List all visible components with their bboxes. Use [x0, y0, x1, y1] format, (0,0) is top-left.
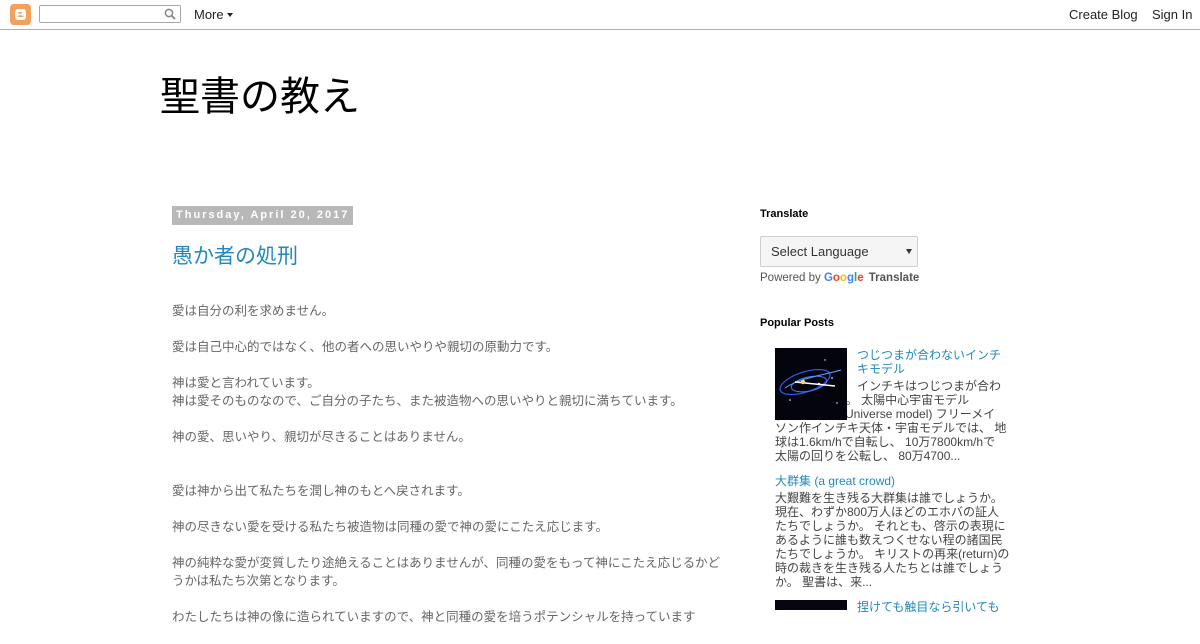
search-input[interactable]: [44, 9, 166, 25]
post-paragraph: 神の愛、思いやり、親切が尽きることはありません。: [172, 429, 471, 444]
caret-down-icon: [906, 249, 912, 254]
google-logo: Google: [823, 272, 864, 284]
post-title[interactable]: 愚か者の処刑: [172, 240, 298, 270]
language-select-label: Select Language: [771, 244, 869, 259]
create-blog-link[interactable]: Create Blog: [1069, 7, 1138, 22]
popular-post-title[interactable]: つじつまが合わないインチキモデル: [857, 348, 1007, 376]
powered-by-google: Powered by Google Translate: [760, 272, 919, 284]
powered-by-label: Powered by: [760, 272, 821, 284]
popular-posts-list: つじつまが合わないインチキモデル インチキはつじつまが合わなくなります。 太陽中…: [775, 348, 1015, 614]
translate-link[interactable]: Translate: [869, 272, 920, 284]
post-date-header: Thursday, April 20, 2017: [172, 206, 354, 225]
popular-post-title[interactable]: 捏けても触目なら引いても: [857, 600, 1007, 614]
popular-post-thumbnail[interactable]: [775, 348, 847, 420]
post-line: 神は愛と言われています。: [172, 375, 320, 390]
post-paragraph: 愛は自分の利を求めません。: [172, 303, 335, 318]
navbar-search-box[interactable]: [39, 5, 181, 25]
popular-post-item: 捏けても触目なら引いても: [775, 600, 1015, 614]
post-paragraph-group: 神は愛と言われています。神は愛そのものなので、ご自分の子たち、また被造物への思い…: [172, 374, 722, 410]
post-paragraph: 神の純粋な愛が変質したり途絶えることはありませんが、同種の愛をもって神にこたえ応…: [172, 555, 721, 588]
chevron-down-icon: [226, 13, 233, 17]
translate-widget-title: Translate: [760, 208, 809, 220]
more-menu-button[interactable]: More: [194, 7, 233, 22]
popular-post-snippet: 大艱難を生き残る大群集は誰でしょうか。 現在、わずか800万人ほどのエホバの証人…: [775, 491, 1010, 589]
popular-post-title[interactable]: 大群集 (a great crowd): [775, 474, 1015, 488]
blogger-navbar: More Create Blog Sign In: [0, 0, 1200, 30]
blogger-logo-icon[interactable]: [10, 4, 31, 25]
popular-post-item: つじつまが合わないインチキモデル インチキはつじつまが合わなくなります。 太陽中…: [775, 348, 1015, 463]
popular-post-thumbnail[interactable]: [775, 600, 847, 610]
search-icon[interactable]: [164, 8, 176, 20]
more-label: More: [194, 7, 224, 22]
language-select[interactable]: Select Language: [760, 236, 918, 267]
sign-in-link[interactable]: Sign In: [1152, 7, 1192, 22]
post-body: 愛は自分の利を求めません。 愛は自己中心的ではなく、他の者への思いやりや親切の原…: [172, 302, 722, 644]
post-paragraph: 愛は神から出て私たちを潤し神のもとへ戻されます。: [172, 483, 470, 498]
post-line: 神は愛そのものなので、ご自分の子たち、また被造物への思いやりと親切に満ちています…: [172, 393, 683, 408]
post-paragraph: わたしたちは神の像に造られていますので、神と同種の愛を培うポテンシャルを持ってい…: [172, 609, 696, 624]
popular-posts-title: Popular Posts: [760, 317, 834, 329]
popular-post-item: 大群集 (a great crowd) 大艱難を生き残る大群集は誰でしょうか。 …: [775, 474, 1015, 589]
post-paragraph: 愛は自己中心的ではなく、他の者への思いやりや親切の原動力です。: [172, 339, 559, 354]
blog-title[interactable]: 聖書の教え: [160, 64, 360, 122]
sidebar: Translate Select Language Powered by Goo…: [760, 208, 1020, 614]
post-paragraph: 神の尽きない愛を受ける私たち被造物は同種の愛で神の愛にこたえ応じます。: [172, 519, 609, 534]
